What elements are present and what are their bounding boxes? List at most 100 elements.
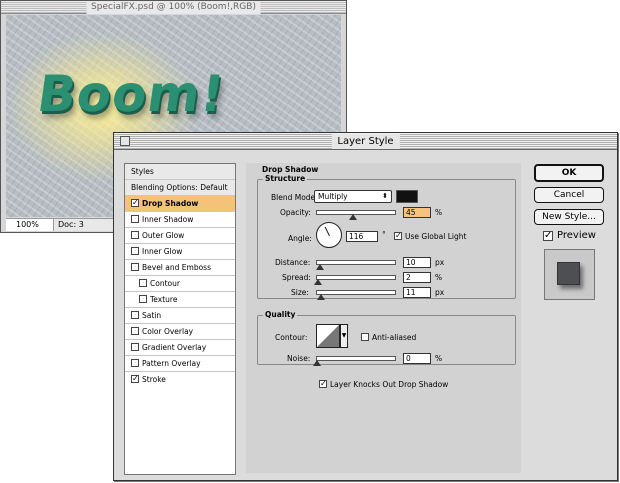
structure-title: Structure bbox=[263, 174, 308, 183]
angle-dial[interactable] bbox=[316, 222, 342, 248]
document-titlebar[interactable]: SpecialFX.psd @ 100% (Boom!,RGB) bbox=[1, 1, 346, 14]
dialog-titlebar[interactable]: Layer Style bbox=[114, 133, 617, 150]
style-item-label: Contour bbox=[150, 279, 180, 288]
inner-shadow-checkbox[interactable] bbox=[131, 215, 139, 223]
styles-header-label: Styles bbox=[131, 167, 154, 176]
spread-unit: % bbox=[435, 273, 443, 282]
noise-slider-track[interactable] bbox=[316, 356, 396, 361]
contour-preview[interactable] bbox=[316, 324, 340, 348]
style-item-drop-shadow[interactable]: ✓ Drop Shadow bbox=[125, 196, 235, 212]
dialog-title: Layer Style bbox=[331, 134, 400, 149]
noise-field[interactable]: 0 bbox=[403, 353, 431, 364]
distance-slider-thumb[interactable] bbox=[316, 264, 324, 270]
satin-checkbox[interactable] bbox=[131, 311, 139, 319]
quality-title: Quality bbox=[263, 310, 298, 319]
document-title: SpecialFX.psd @ 100% (Boom!,RGB) bbox=[86, 1, 261, 14]
noise-slider-thumb[interactable] bbox=[313, 360, 321, 366]
style-item-label: Gradient Overlay bbox=[142, 343, 207, 352]
style-item-texture[interactable]: Texture bbox=[125, 292, 235, 308]
style-item-pattern-overlay[interactable]: Pattern Overlay bbox=[125, 356, 235, 372]
angle-dial-needle bbox=[324, 226, 330, 237]
doc-size-info[interactable]: Doc: 3 bbox=[58, 219, 84, 231]
style-item-label: Pattern Overlay bbox=[142, 359, 201, 368]
new-style-button[interactable]: New Style... bbox=[534, 209, 604, 225]
style-item-satin[interactable]: Satin bbox=[125, 308, 235, 324]
style-item-bevel-emboss[interactable]: Bevel and Emboss bbox=[125, 260, 235, 276]
preview-label: Preview bbox=[557, 230, 596, 241]
style-item-label: Color Overlay bbox=[142, 327, 194, 336]
style-item-label: Satin bbox=[142, 311, 162, 320]
size-slider-track[interactable] bbox=[316, 290, 396, 295]
blend-mode-value: Multiply bbox=[318, 192, 348, 201]
stroke-checkbox[interactable]: ✓ bbox=[131, 375, 139, 383]
style-item-label: Drop Shadow bbox=[142, 199, 199, 208]
preview-thumbnail bbox=[544, 249, 595, 300]
anti-aliased-label: Anti-aliased bbox=[372, 333, 417, 342]
style-item-contour[interactable]: Contour bbox=[125, 276, 235, 292]
spread-slider-track[interactable] bbox=[316, 275, 396, 280]
blend-mode-label: Blend Mode: bbox=[271, 193, 318, 202]
distance-field[interactable]: 10 bbox=[403, 257, 431, 268]
distance-label: Distance: bbox=[275, 258, 311, 267]
style-item-label: Texture bbox=[150, 295, 178, 304]
preview-checkbox[interactable]: ✓ bbox=[543, 231, 553, 241]
style-item-label: Inner Glow bbox=[142, 247, 183, 256]
drop-shadow-settings: Drop Shadow Structure Blend Mode: Multip… bbox=[246, 163, 521, 473]
size-label: Size: bbox=[291, 288, 309, 297]
spread-field[interactable]: 2 bbox=[403, 272, 431, 283]
style-item-stroke[interactable]: ✓ Stroke bbox=[125, 372, 235, 388]
blending-options-item[interactable]: Blending Options: Default bbox=[125, 180, 235, 196]
opacity-field[interactable]: 45 bbox=[403, 207, 431, 218]
use-global-light-label: Use Global Light bbox=[405, 232, 467, 241]
style-item-label: Stroke bbox=[142, 375, 166, 384]
distance-slider-track[interactable] bbox=[316, 260, 396, 265]
outer-glow-checkbox[interactable] bbox=[131, 231, 139, 239]
style-item-inner-shadow[interactable]: Inner Shadow bbox=[125, 212, 235, 228]
opacity-unit: % bbox=[435, 208, 443, 217]
size-slider-thumb[interactable] bbox=[317, 294, 325, 300]
angle-field[interactable]: 116 bbox=[346, 231, 378, 242]
section-title: Drop Shadow bbox=[262, 165, 319, 174]
styles-list: Styles Blending Options: Default ✓ Drop … bbox=[124, 163, 236, 475]
noise-unit: % bbox=[435, 354, 443, 363]
use-global-light-checkbox[interactable]: ✓ bbox=[394, 232, 402, 240]
style-item-outer-glow[interactable]: Outer Glow bbox=[125, 228, 235, 244]
select-arrows-icon: ⬍ bbox=[382, 192, 388, 200]
texture-checkbox[interactable] bbox=[139, 295, 147, 303]
ok-button[interactable]: OK bbox=[534, 164, 604, 182]
color-overlay-checkbox[interactable] bbox=[131, 327, 139, 335]
knockout-label: Layer Knocks Out Drop Shadow bbox=[330, 380, 449, 389]
style-item-inner-glow[interactable]: Inner Glow bbox=[125, 244, 235, 260]
contour-checkbox[interactable] bbox=[139, 279, 147, 287]
opacity-label: Opacity: bbox=[280, 208, 311, 217]
contour-linear-icon bbox=[317, 325, 339, 347]
spread-label: Spread: bbox=[282, 273, 311, 282]
pattern-overlay-checkbox[interactable] bbox=[131, 359, 139, 367]
styles-header[interactable]: Styles bbox=[125, 164, 235, 180]
inner-glow-checkbox[interactable] bbox=[131, 247, 139, 255]
contour-dropdown-arrow-icon[interactable]: ▼ bbox=[340, 324, 348, 348]
knockout-checkbox[interactable]: ✓ bbox=[319, 380, 327, 388]
style-item-label: Bevel and Emboss bbox=[142, 263, 211, 272]
shadow-color-swatch[interactable] bbox=[396, 190, 418, 203]
style-item-color-overlay[interactable]: Color Overlay bbox=[125, 324, 235, 340]
gradient-overlay-checkbox[interactable] bbox=[131, 343, 139, 351]
layer-style-dialog: Layer Style Styles Blending Options: Def… bbox=[113, 132, 618, 481]
boom-text-layer: Boom! bbox=[33, 65, 229, 123]
zoom-field[interactable]: 100% bbox=[6, 219, 54, 231]
angle-label: Angle: bbox=[288, 234, 312, 243]
spread-slider-thumb[interactable] bbox=[314, 279, 322, 285]
size-field[interactable]: 11 bbox=[403, 287, 431, 298]
blend-mode-select[interactable]: Multiply ⬍ bbox=[314, 190, 392, 203]
blending-options-label: Blending Options: Default bbox=[131, 183, 228, 192]
opacity-slider-thumb[interactable] bbox=[349, 214, 357, 220]
drop-shadow-checkbox[interactable]: ✓ bbox=[131, 199, 139, 207]
style-item-gradient-overlay[interactable]: Gradient Overlay bbox=[125, 340, 235, 356]
structure-group: Structure Blend Mode: Multiply ⬍ Opacity… bbox=[257, 174, 516, 300]
noise-label: Noise: bbox=[287, 354, 311, 363]
cancel-button[interactable]: Cancel bbox=[534, 187, 604, 203]
bevel-emboss-checkbox[interactable] bbox=[131, 263, 139, 271]
contour-label: Contour: bbox=[275, 333, 308, 342]
anti-aliased-checkbox[interactable] bbox=[361, 333, 369, 341]
close-box-icon[interactable] bbox=[120, 136, 130, 146]
